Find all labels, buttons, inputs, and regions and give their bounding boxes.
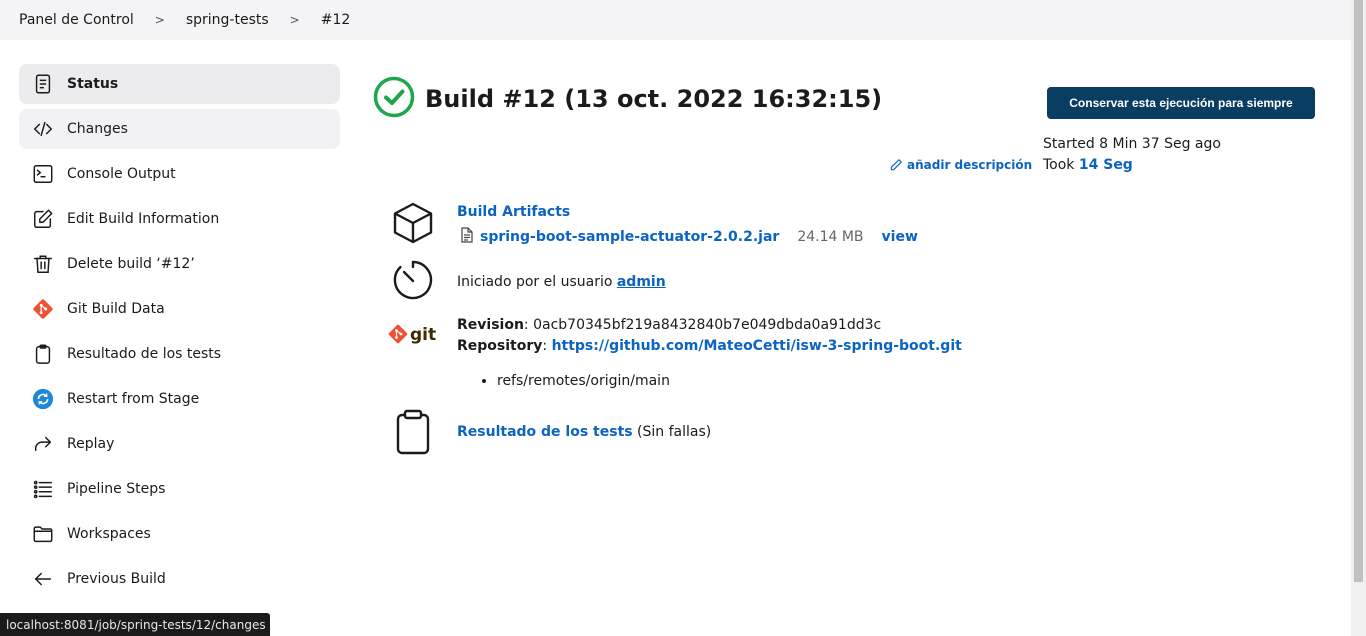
arrow-left-icon bbox=[32, 568, 54, 590]
build-duration-label: Took bbox=[1043, 157, 1079, 173]
sidebar-item-git-build-data[interactable]: Git Build Data bbox=[19, 289, 340, 329]
sidebar-item-label: Status bbox=[67, 76, 119, 92]
branch-list: refs/remotes/origin/main bbox=[497, 371, 962, 392]
artifact-row: spring-boot-sample-actuator-2.0.2.jar 24… bbox=[460, 227, 918, 247]
repository-link[interactable]: https://github.com/MateoCetti/isw-3-spri… bbox=[552, 338, 962, 354]
timer-icon bbox=[390, 257, 436, 303]
sidebar-item-delete-build[interactable]: Delete build ‘#12’ bbox=[19, 244, 340, 284]
list-icon bbox=[32, 478, 54, 500]
clipboard-icon bbox=[32, 343, 54, 365]
vertical-scrollbar[interactable] bbox=[1351, 0, 1366, 636]
replay-icon bbox=[32, 433, 54, 455]
sidebar-item-label: Changes bbox=[67, 121, 128, 137]
sidebar-item-label: Workspaces bbox=[67, 526, 151, 542]
revision-line: Revision: 0acb70345bf219a8432840b7e049db… bbox=[457, 317, 882, 333]
started-by-line: Iniciado por el usuario admin bbox=[457, 274, 666, 290]
sidebar-item-status[interactable]: Status bbox=[19, 64, 340, 104]
sidebar-item-label: Git Build Data bbox=[67, 301, 165, 317]
sidebar-item-label: Delete build ‘#12’ bbox=[67, 256, 195, 272]
build-duration: Took 14 Seg bbox=[1043, 157, 1133, 173]
clipboard-icon bbox=[390, 409, 436, 455]
sidebar-item-label: Pipeline Steps bbox=[67, 481, 166, 497]
build-header: Build #12 (13 oct. 2022 16:32:15) bbox=[373, 76, 882, 122]
page-title: Build #12 (13 oct. 2022 16:32:15) bbox=[425, 85, 883, 113]
sidebar-item-label: Resultado de los tests bbox=[67, 346, 222, 362]
sidebar-item-label: Edit Build Information bbox=[67, 211, 220, 227]
breadcrumb-build[interactable]: #12 bbox=[321, 12, 351, 28]
started-by-label: Iniciado por el usuario bbox=[457, 274, 617, 290]
restart-icon bbox=[32, 388, 54, 410]
git-logo-text: git bbox=[410, 325, 436, 345]
file-icon bbox=[460, 227, 474, 247]
terminal-icon bbox=[32, 163, 54, 185]
chevron-right-icon: > bbox=[154, 13, 165, 27]
sidebar-item-test-results[interactable]: Resultado de los tests bbox=[19, 334, 340, 374]
repository-label: Repository bbox=[457, 338, 543, 354]
build-started-time: Started 8 Min 37 Seg ago bbox=[1043, 136, 1221, 152]
artifact-view-link[interactable]: view bbox=[882, 229, 918, 245]
sidebar-item-pipeline-steps[interactable]: Pipeline Steps bbox=[19, 469, 340, 509]
add-description-link[interactable]: añadir descripción bbox=[889, 158, 1032, 172]
branch-item: refs/remotes/origin/main bbox=[497, 371, 962, 392]
add-description-label: añadir descripción bbox=[907, 158, 1033, 172]
sidebar-item-label: Previous Build bbox=[67, 571, 166, 587]
build-duration-link[interactable]: 14 Seg bbox=[1079, 157, 1133, 173]
sidebar-item-restart-from-stage[interactable]: Restart from Stage bbox=[19, 379, 340, 419]
user-link[interactable]: admin bbox=[617, 274, 666, 290]
revision-value: 0acb70345bf219a8432840b7e049dbda0a91dd3c bbox=[533, 317, 882, 333]
status-bar-url: localhost:8081/job/spring-tests/12/chang… bbox=[0, 613, 270, 636]
artifact-file-link[interactable]: spring-boot-sample-actuator-2.0.2.jar bbox=[480, 229, 779, 245]
code-icon bbox=[32, 118, 54, 140]
artifact-file-size: 24.14 MB bbox=[797, 229, 864, 245]
git-info: Revision: 0acb70345bf219a8432840b7e049db… bbox=[457, 315, 962, 392]
trash-icon bbox=[32, 253, 54, 275]
sidebar-item-changes[interactable]: Changes bbox=[19, 109, 340, 149]
breadcrumb-dashboard[interactable]: Panel de Control bbox=[19, 12, 134, 28]
breadcrumb-job[interactable]: spring-tests bbox=[186, 12, 269, 28]
sidebar-item-previous-build[interactable]: Previous Build bbox=[19, 559, 340, 599]
sidebar-item-replay[interactable]: Replay bbox=[19, 424, 340, 464]
sidebar: Status Changes Console Output Edit Build… bbox=[19, 64, 340, 604]
sidebar-item-label: Restart from Stage bbox=[67, 391, 200, 407]
test-results-line: Resultado de los tests (Sin fallas) bbox=[457, 424, 711, 440]
revision-label: Revision bbox=[457, 317, 524, 333]
document-icon bbox=[32, 73, 54, 95]
scrollbar-thumb[interactable] bbox=[1354, 0, 1363, 582]
edit-icon bbox=[32, 208, 54, 230]
test-results-link[interactable]: Resultado de los tests bbox=[457, 424, 633, 440]
repository-line: Repository: https://github.com/MateoCett… bbox=[457, 338, 962, 354]
sidebar-item-console-output[interactable]: Console Output bbox=[19, 154, 340, 194]
build-artifacts-link[interactable]: Build Artifacts bbox=[457, 204, 570, 220]
git-logo-icon: git bbox=[388, 315, 440, 355]
test-results-summary: (Sin fallas) bbox=[632, 424, 712, 440]
success-check-icon bbox=[373, 76, 415, 122]
keep-forever-button[interactable]: Conservar esta ejecución para siempre bbox=[1047, 87, 1315, 119]
sidebar-item-label: Replay bbox=[67, 436, 115, 452]
package-icon bbox=[390, 200, 436, 246]
git-icon bbox=[32, 298, 54, 320]
breadcrumb: Panel de Control > spring-tests > #12 bbox=[0, 0, 1351, 40]
folder-icon bbox=[32, 523, 54, 545]
sidebar-item-workspaces[interactable]: Workspaces bbox=[19, 514, 340, 554]
chevron-right-icon: > bbox=[289, 13, 300, 27]
sidebar-item-edit-build-information[interactable]: Edit Build Information bbox=[19, 199, 340, 239]
sidebar-item-label: Console Output bbox=[67, 166, 176, 182]
pencil-icon bbox=[890, 159, 902, 171]
